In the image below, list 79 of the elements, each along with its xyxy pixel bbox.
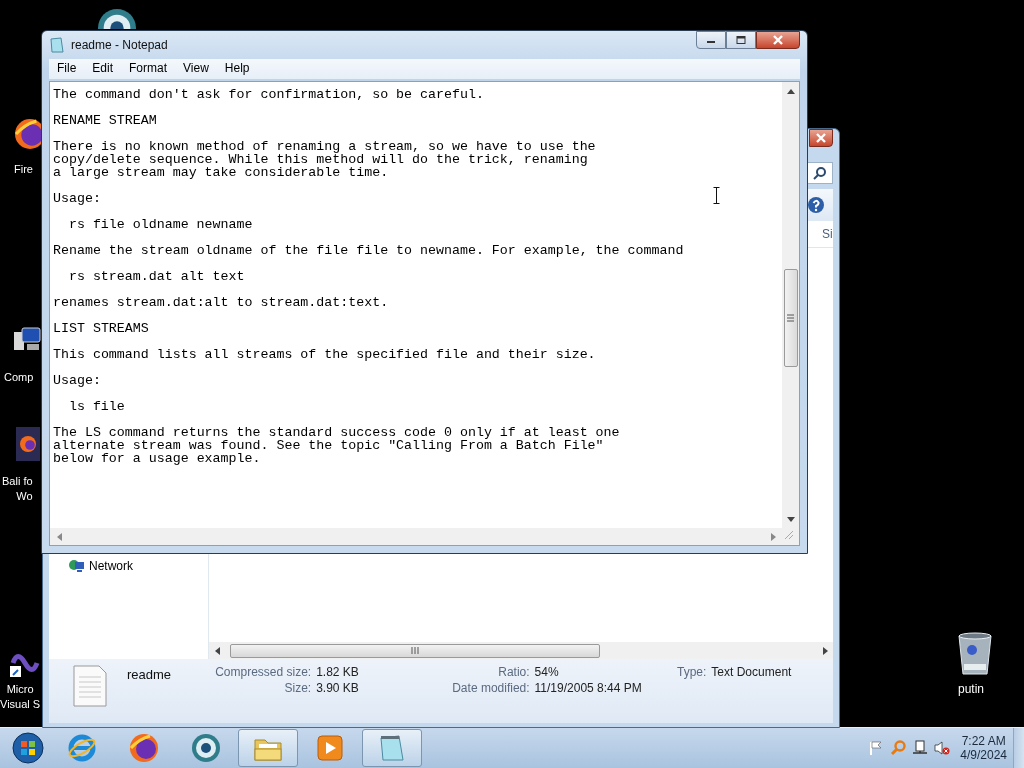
ie-icon bbox=[67, 733, 97, 763]
column-header[interactable]: Si bbox=[822, 227, 833, 241]
window-title: readme - Notepad bbox=[71, 38, 169, 52]
text-paragraph: This command lists all streams of the specified file and their size. bbox=[53, 348, 596, 361]
notepad-icon bbox=[49, 37, 65, 53]
down-arrow-icon bbox=[786, 516, 795, 523]
text-paragraph: RENAME STREAM bbox=[53, 114, 157, 127]
nav-item[interactable]: Network bbox=[69, 559, 133, 573]
grip-icon bbox=[411, 647, 419, 654]
text-paragraph: The command don't ask for confirmation, so be careful. bbox=[53, 88, 484, 101]
text-paragraph: ls file bbox=[67, 400, 125, 413]
scroll-thumb[interactable] bbox=[783, 269, 798, 367]
vertical-scrollbar[interactable] bbox=[782, 82, 799, 528]
text-paragraph: Rename the stream oldname of the file file to newname. For example, the command bbox=[53, 244, 684, 257]
close-button[interactable] bbox=[756, 31, 800, 49]
icon-label: Bali fo Wo bbox=[2, 474, 33, 504]
scroll-thumb[interactable] bbox=[230, 643, 600, 658]
network-icon[interactable] bbox=[912, 740, 929, 756]
text-paragraph: LIST STREAMS bbox=[53, 322, 149, 335]
globe-icon bbox=[191, 733, 221, 763]
clock-time[interactable]: 7:22 AM bbox=[961, 734, 1006, 748]
menu-item[interactable]: View bbox=[175, 59, 217, 79]
maximize-icon bbox=[736, 36, 746, 44]
menu-item[interactable]: Format bbox=[121, 59, 176, 79]
text-paragraph: Usage: bbox=[53, 192, 101, 205]
recycle-bin-icon bbox=[957, 632, 993, 676]
property-value: 11/19/2005 8:44 PM bbox=[534, 681, 643, 695]
property-label: Ratio: bbox=[497, 665, 530, 679]
help-icon[interactable] bbox=[807, 196, 825, 214]
text-paragraph: There is no known method of renaming a stream, so we have to use the copy/delete sequence. While this method will do the trick, renaming a large stream may take considerable time. bbox=[53, 140, 596, 179]
property-value: 3.90 KB bbox=[316, 681, 360, 695]
close-button[interactable] bbox=[809, 129, 833, 147]
taskbar-button[interactable] bbox=[238, 729, 298, 767]
horizontal-scrollbar[interactable] bbox=[209, 642, 833, 659]
property-label: Size: bbox=[283, 681, 312, 695]
file-name: readme bbox=[127, 667, 173, 682]
text-paragraph: rs file oldname newname bbox=[67, 218, 253, 231]
property-value: Text Document bbox=[711, 665, 792, 679]
maximize-button[interactable] bbox=[726, 31, 756, 49]
right-arrow-icon bbox=[820, 646, 829, 655]
speaker-muted-icon[interactable] bbox=[934, 740, 951, 756]
right-arrow-icon bbox=[770, 532, 777, 541]
menu-item[interactable]: Help bbox=[216, 59, 258, 79]
text-paragraph: rs stream.dat alt text bbox=[67, 270, 245, 283]
property-value: 54% bbox=[534, 665, 560, 679]
windows-logo-icon bbox=[12, 732, 44, 764]
horizontal-scrollbar[interactable] bbox=[50, 528, 782, 545]
close-icon bbox=[772, 35, 784, 45]
property-label: Compressed size: bbox=[214, 665, 312, 679]
search-field[interactable] bbox=[807, 162, 833, 184]
firefox-document-icon bbox=[16, 427, 40, 461]
text-paragraph: renames stream.dat:alt to stream.dat:text. bbox=[53, 296, 389, 309]
left-arrow-icon bbox=[55, 532, 62, 541]
text-paragraph: The LS command returns the standard success code 0 only if at least one alternate stream was found. See the topic "Calling From a Batch File" below for a usage example. bbox=[53, 426, 620, 465]
clock-date[interactable]: 4/9/2024 bbox=[960, 748, 1007, 762]
close-icon bbox=[815, 133, 827, 143]
size-grip-icon bbox=[782, 528, 794, 540]
icon-label: putin bbox=[958, 682, 985, 697]
property-value: 1.82 KB bbox=[316, 665, 360, 679]
text-file-icon bbox=[73, 665, 107, 707]
icon-label: Fire bbox=[14, 162, 33, 177]
left-arrow-icon bbox=[213, 646, 222, 655]
search-icon bbox=[813, 166, 827, 180]
property-label: Type: bbox=[677, 665, 707, 679]
text-paragraph: Usage: bbox=[53, 374, 101, 387]
menu-item[interactable]: Edit bbox=[84, 59, 122, 79]
menu-item[interactable]: File bbox=[49, 59, 85, 79]
play-icon bbox=[315, 733, 345, 763]
up-arrow-icon bbox=[786, 87, 795, 94]
minimize-button[interactable] bbox=[696, 31, 726, 49]
icon-label: Comp bbox=[4, 370, 34, 385]
icon-label: Micro Visual S bbox=[0, 682, 41, 712]
firefox-icon bbox=[129, 733, 159, 763]
property-label: Date modified: bbox=[451, 681, 530, 695]
network-icon bbox=[69, 559, 85, 573]
taskbar-button[interactable] bbox=[362, 729, 422, 767]
text-cursor-icon bbox=[713, 187, 720, 204]
notepad-icon bbox=[377, 733, 407, 763]
grip-icon bbox=[787, 314, 794, 322]
